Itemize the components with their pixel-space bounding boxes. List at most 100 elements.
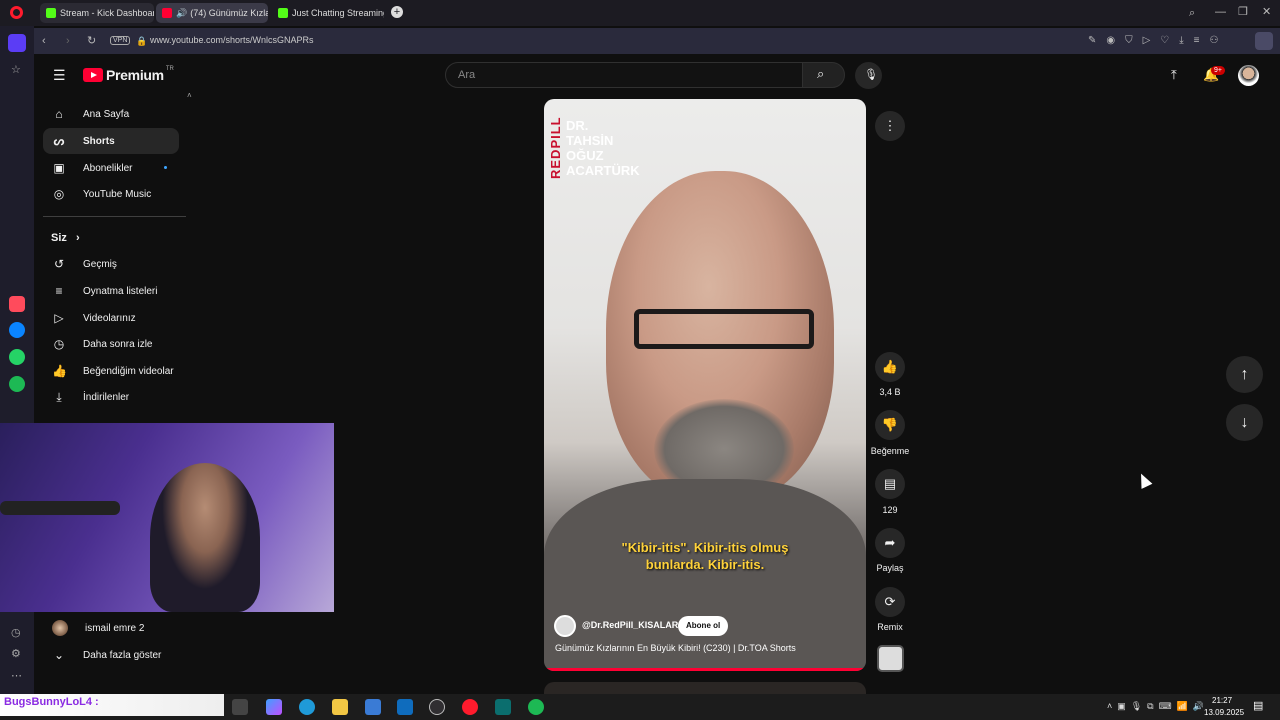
aria-icon[interactable]: [9, 296, 25, 312]
next-short-button[interactable]: ↓: [1226, 404, 1263, 441]
video-title[interactable]: Günümüz Kızlarının En Büyük Kibiri! (C23…: [555, 643, 796, 653]
overlay-name-line: DR.: [566, 118, 589, 133]
clock-date[interactable]: 13.09.2025: [1204, 708, 1244, 717]
sidebar-item-liked-videos[interactable]: 👍 Beğendiğim videolar: [43, 358, 179, 384]
notification-center-icon[interactable]: ▤: [1253, 700, 1263, 712]
sidebar-item-label: Ana Sayfa: [83, 108, 130, 120]
sidebar-item-label: Shorts: [83, 135, 115, 147]
upload-icon[interactable]: ⤒: [1171, 68, 1177, 81]
account-avatar[interactable]: [1238, 65, 1259, 86]
outlook-icon[interactable]: [397, 699, 413, 715]
close-icon[interactable]: ✕: [1262, 6, 1271, 18]
youtube-icon: [162, 8, 172, 18]
subtitle-line-2: bunlarda. Kibir-itis.: [645, 557, 765, 572]
overlay-name-block: DR. TAHSİN OĞUZ ACARTÜRK: [566, 118, 640, 178]
remix-label: Remix: [877, 622, 903, 632]
new-tab-button[interactable]: +: [391, 6, 403, 18]
system-tray-icons[interactable]: ˄▣🎙⧉⌨📶🔊: [1107, 700, 1209, 712]
logo-region: TR: [165, 66, 174, 72]
streamer-webcam-overlay: [0, 423, 334, 612]
toolbar-icons[interactable]: ✎◉⛉▷♡⤓≡⚇: [1088, 35, 1228, 47]
overlay-name-line: TAHSİN: [566, 133, 614, 148]
search-button[interactable]: ⌕: [802, 62, 845, 88]
more-icon[interactable]: ⋯: [11, 670, 22, 682]
tab-kick-dashboard[interactable]: Stream - Kick Dashboard: [40, 3, 154, 23]
sidebar-item-subscription-channel[interactable]: ismail emre 2: [43, 615, 179, 641]
sidebar-item-label: ismail emre 2: [85, 622, 145, 634]
file-explorer-icon[interactable]: [332, 699, 348, 715]
overlay-name-line: ACARTÜRK: [566, 163, 640, 178]
shorts-icon: ᔕ: [53, 134, 65, 148]
remix-button[interactable]: ⟳: [875, 587, 905, 617]
channel-avatar[interactable]: [554, 615, 576, 637]
sidebar-item-playlists[interactable]: ≡ Oynatma listeleri: [43, 278, 179, 304]
channel-handle[interactable]: @Dr.RedPill_KISALAR: [582, 620, 678, 630]
subscribe-button[interactable]: Abone ol: [678, 616, 729, 636]
browser-tab-bar: Stream - Kick Dashboard 🔊 (74) Günümüz K…: [0, 0, 1280, 26]
sound-thumbnail[interactable]: [877, 645, 904, 672]
sidebar-item-shorts[interactable]: ᔕ Shorts: [43, 128, 179, 154]
extensions-icon[interactable]: [1255, 32, 1273, 50]
share-button[interactable]: ➦: [875, 528, 905, 558]
sidebar-item-home[interactable]: ⌂ Ana Sayfa: [43, 101, 179, 127]
youtube-premium-logo[interactable]: Premium TR: [83, 66, 174, 83]
sidebar-item-history[interactable]: ↺ Geçmiş: [43, 251, 179, 277]
reload-icon[interactable]: ↻: [87, 35, 96, 47]
sidebar-item-label: Daha sonra izle: [83, 338, 153, 350]
previous-short-button[interactable]: ↑: [1226, 356, 1263, 393]
mouse-cursor: [1135, 471, 1153, 489]
short-video-player[interactable]: REDPILL DR. TAHSİN OĞUZ ACARTÜRK "Kibir-…: [544, 99, 866, 671]
progress-bar[interactable]: [544, 668, 866, 671]
settings-icon[interactable]: ⚙: [11, 648, 21, 660]
terminal-icon[interactable]: [495, 699, 511, 715]
spotify-taskbar-icon[interactable]: [528, 699, 544, 715]
channel-avatar: [52, 620, 68, 636]
whatsapp-icon[interactable]: [9, 349, 25, 365]
minimize-icon[interactable]: —: [1215, 6, 1226, 18]
voice-search-button[interactable]: 🎙: [855, 62, 882, 89]
url-text[interactable]: www.youtube.com/shorts/WnlcsGNAPRs: [150, 35, 314, 45]
home-rail-icon[interactable]: [8, 34, 26, 52]
forward-icon[interactable]: ›: [66, 35, 70, 47]
vpn-badge[interactable]: VPN: [110, 36, 131, 45]
sidebar-item-label: Daha fazla göster: [83, 649, 162, 661]
history-rail-icon[interactable]: ◷: [11, 627, 21, 639]
search-input[interactable]: Ara: [445, 62, 803, 88]
more-options-button[interactable]: ⋮: [875, 111, 905, 141]
hamburger-menu-icon[interactable]: ☰: [53, 68, 66, 82]
dislike-label: Beğenme: [870, 446, 910, 456]
obs-icon[interactable]: [429, 699, 445, 715]
you-section-header[interactable]: Siz ›: [51, 232, 80, 244]
messenger-icon[interactable]: [9, 322, 25, 338]
copilot-icon[interactable]: [266, 699, 282, 715]
task-view-icon[interactable]: [232, 699, 248, 715]
restore-icon[interactable]: ❐: [1238, 6, 1248, 18]
tab-label: (74) Günümüz Kızları: [190, 8, 268, 18]
sidebar-item-your-videos[interactable]: ▷ Videolarınız: [43, 305, 179, 331]
dislike-button[interactable]: 👎: [875, 410, 905, 440]
webcam-microphone: [0, 501, 120, 515]
comments-button[interactable]: ▤: [875, 469, 905, 499]
sidebar-item-youtube-music[interactable]: ◎ YouTube Music: [43, 181, 179, 207]
sidebar-item-subscriptions[interactable]: ▣ Abonelikler: [43, 155, 179, 181]
clock-time[interactable]: 21:27: [1212, 696, 1232, 705]
back-icon[interactable]: ‹: [42, 35, 46, 47]
opera-logo-icon[interactable]: [10, 6, 23, 19]
tab-just-chatting[interactable]: Just Chatting Streaming -: [272, 3, 384, 23]
store-icon[interactable]: [365, 699, 381, 715]
like-button[interactable]: 👍: [875, 352, 905, 382]
spotify-icon[interactable]: [9, 376, 25, 392]
sidebar-item-label: Oynatma listeleri: [83, 285, 158, 297]
sidebar-item-downloads[interactable]: ⤓ İndirilenler: [43, 384, 179, 410]
tab-youtube-active[interactable]: 🔊 (74) Günümüz Kızları: [156, 3, 268, 23]
sidebar-show-more[interactable]: ⌄ Daha fazla göster: [43, 642, 179, 668]
collapse-chevron-icon[interactable]: ˄: [187, 90, 192, 102]
opera-taskbar-icon[interactable]: [462, 699, 478, 715]
pinboard-icon[interactable]: ☆: [11, 64, 21, 76]
comment-count: 129: [882, 505, 898, 515]
search-tabs-icon[interactable]: ⌕: [1189, 7, 1195, 19]
edge-icon[interactable]: [299, 699, 315, 715]
sidebar-item-watch-later[interactable]: ◷ Daha sonra izle: [43, 331, 179, 357]
you-section-title: Siz: [51, 232, 67, 244]
sidebar-item-label: Videolarınız: [83, 312, 136, 324]
